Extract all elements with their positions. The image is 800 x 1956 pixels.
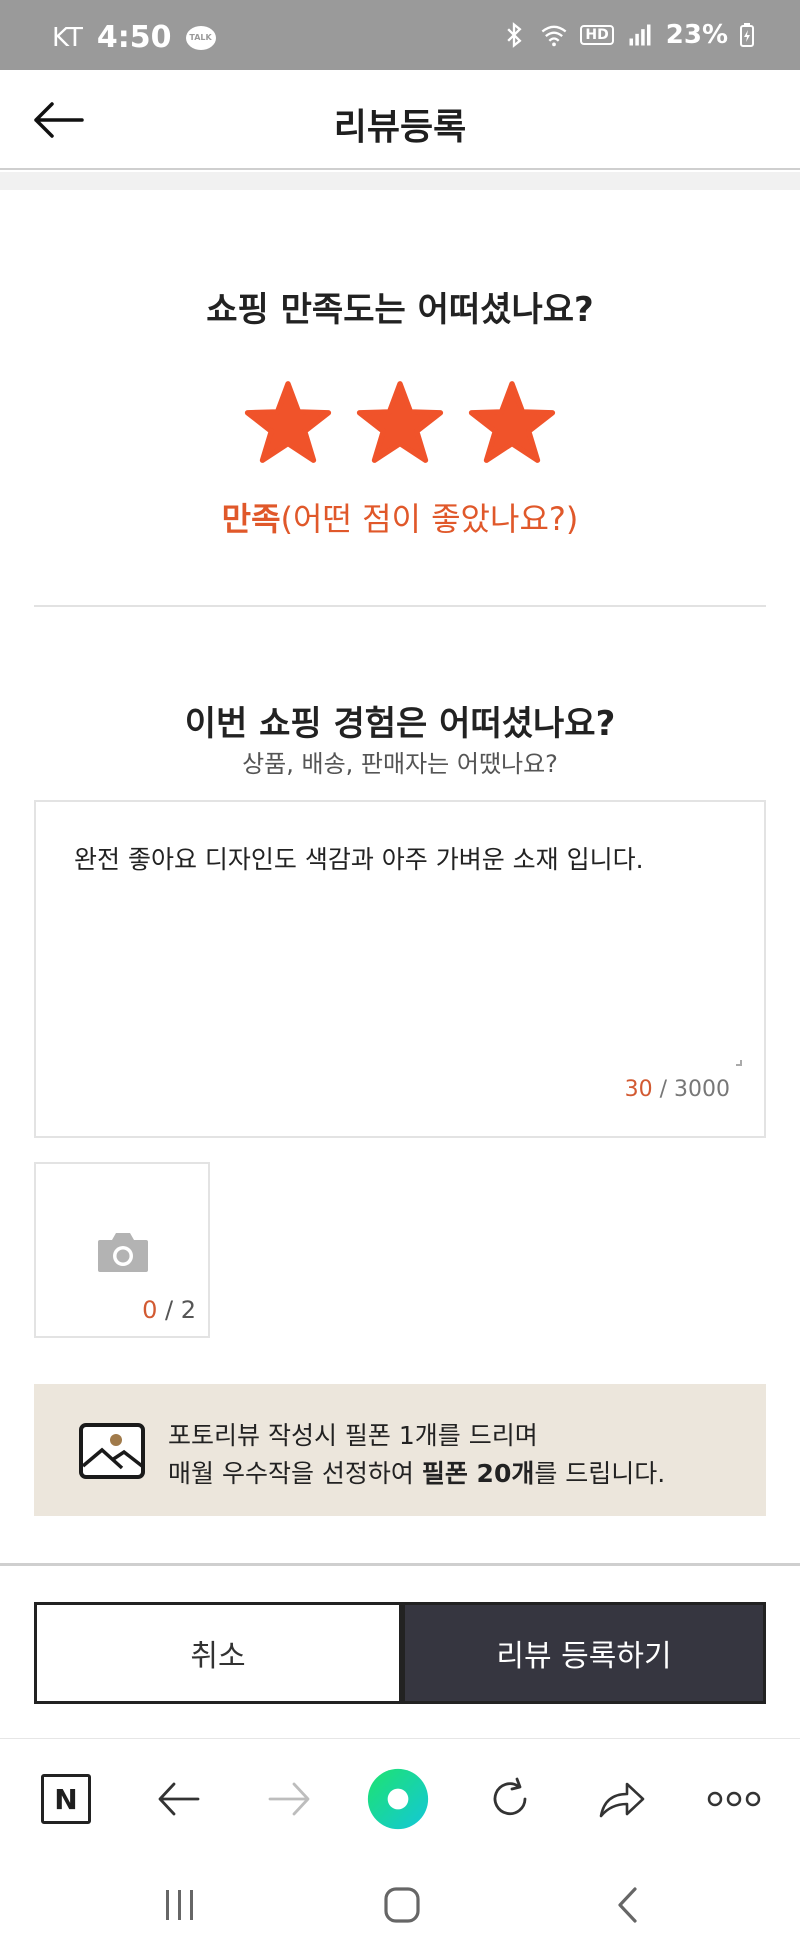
submit-review-button[interactable]: 리뷰 등록하기 — [402, 1602, 766, 1704]
notice-line-2-bold: 필폰 20개 — [421, 1459, 535, 1488]
carrier: KT — [52, 22, 83, 53]
status-bar: KT 4:50 TALK HD 23% — [0, 0, 800, 70]
recent-apps-button[interactable] — [150, 1880, 210, 1930]
status-right: HD 23% — [500, 20, 754, 50]
add-photo-button[interactable]: 0 / 2 — [34, 1162, 210, 1338]
char-counter: 30 / 3000 — [625, 1077, 730, 1102]
star-icon-2[interactable] — [356, 380, 444, 464]
notice-line-1: 포토리뷰 작성시 필폰 1개를 드리며 — [168, 1421, 538, 1450]
status-left: KT 4:50 TALK — [52, 20, 216, 55]
wifi-icon — [542, 25, 567, 47]
more-icon — [707, 1791, 761, 1807]
home-icon — [384, 1887, 420, 1923]
share-icon — [599, 1782, 645, 1818]
photo-review-notice: 포토리뷰 작성시 필폰 1개를 드리며 매월 우수작을 선정하여 필폰 20개를… — [34, 1384, 766, 1516]
green-dot-icon — [367, 1768, 429, 1830]
review-textarea[interactable]: 완전 좋아요 디자인도 색감과 아주 가벼운 소재 입니다. 30 / 3000 — [34, 800, 766, 1138]
naver-label: N — [54, 1782, 78, 1816]
kakaotalk-icon: TALK — [185, 25, 216, 50]
battery-charging-icon — [740, 23, 754, 47]
system-back-button[interactable] — [598, 1880, 658, 1930]
image-icon — [79, 1423, 145, 1479]
cancel-button[interactable]: 취소 — [34, 1602, 402, 1704]
refresh-button[interactable] — [478, 1767, 542, 1831]
back-icon — [158, 1782, 200, 1816]
home-button[interactable] — [372, 1880, 432, 1930]
share-button[interactable] — [590, 1767, 654, 1831]
notice-line-2-pre: 매월 우수작을 선정하여 — [168, 1459, 422, 1488]
bluetooth-icon — [507, 22, 523, 48]
divider — [34, 605, 766, 607]
browser-forward-button[interactable] — [258, 1767, 322, 1831]
resize-handle[interactable] — [736, 1060, 742, 1066]
battery-percent: 23% — [665, 20, 728, 50]
camera-icon — [98, 1233, 148, 1272]
clock: 4:50 — [96, 20, 172, 55]
notice-line-2: 매월 우수작을 선정하여 필폰 20개를 드립니다. — [168, 1454, 665, 1490]
review-text: 완전 좋아요 디자인도 색감과 아주 가벼운 소재 입니다. — [74, 845, 644, 874]
browser-toolbar: N — [0, 1738, 800, 1858]
system-navigation-bar — [0, 1858, 800, 1956]
app-bar: 리뷰등록 — [0, 70, 800, 170]
hd-voice-badge: HD — [580, 25, 614, 45]
recent-apps-icon — [166, 1890, 193, 1920]
photo-limit: / 2 — [157, 1296, 196, 1324]
photo-count: 0 — [142, 1296, 158, 1324]
star-rating[interactable] — [0, 380, 800, 464]
star-icon-1[interactable] — [244, 380, 332, 464]
rating-label: 만족(어떤 점이 좋았나요?) — [0, 494, 800, 540]
browser-back-button[interactable] — [146, 1767, 210, 1831]
refresh-icon — [493, 1777, 527, 1816]
star-icon-3[interactable] — [468, 380, 556, 464]
rating-label-strong: 만족 — [221, 500, 281, 538]
naver-home-icon: N — [41, 1774, 91, 1824]
divider — [0, 1563, 800, 1566]
chevron-left-icon — [618, 1887, 637, 1923]
section-separator — [0, 172, 800, 190]
rating-question: 쇼핑 만족도는 어떠셨나요? — [206, 290, 594, 330]
photo-counter: 0 / 2 — [142, 1296, 196, 1324]
page-title: 리뷰등록 — [333, 107, 467, 148]
rating-label-hint: (어떤 점이 좋았나요?) — [280, 500, 579, 538]
experience-subquestion: 상품, 배송, 판매자는 어땠나요? — [242, 750, 558, 778]
signal-icon — [629, 24, 651, 46]
naver-home-button[interactable]: N — [34, 1767, 98, 1831]
char-count: 30 — [624, 1077, 653, 1102]
more-button[interactable] — [702, 1767, 766, 1831]
green-dot-button[interactable] — [366, 1767, 430, 1831]
experience-question: 이번 쇼핑 경험은 어떠셨나요? — [184, 704, 616, 744]
char-limit: / 3000 — [652, 1077, 730, 1102]
forward-icon — [268, 1782, 310, 1816]
notice-line-2-post: 를 드립니다. — [534, 1459, 666, 1488]
